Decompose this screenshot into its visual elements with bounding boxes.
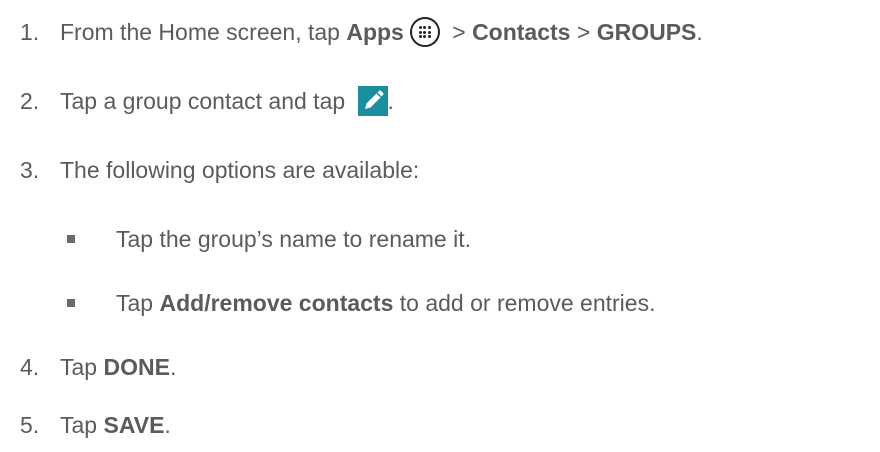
step-number: 1. bbox=[20, 18, 40, 45]
bullet-square-icon bbox=[67, 299, 75, 307]
step-number: 2. bbox=[20, 87, 40, 114]
step-text-part: Tap bbox=[60, 353, 104, 380]
edit-pencil-icon bbox=[357, 86, 388, 116]
done-label: DONE bbox=[103, 353, 170, 380]
step-text: Tap SAVE . bbox=[60, 412, 171, 439]
period: . bbox=[164, 411, 171, 438]
step-text: Tap a group contact and tap . bbox=[60, 86, 394, 116]
contacts-label: Contacts bbox=[472, 18, 571, 45]
bullet-text-part: to add or remove entries. bbox=[393, 289, 656, 316]
step-text-part: From the Home screen, tap bbox=[60, 18, 347, 45]
bullet-text-part: Tap bbox=[116, 289, 160, 316]
step-text: From the Home screen, tap Apps > Contact… bbox=[60, 17, 703, 47]
separator: > bbox=[445, 18, 473, 45]
separator: > bbox=[570, 18, 597, 45]
period: . bbox=[169, 353, 177, 380]
bullet-text: Tap Add/remove contacts to add or remove… bbox=[116, 290, 655, 317]
step-text: The following options are available: bbox=[60, 156, 420, 183]
period: . bbox=[696, 18, 703, 45]
bullet-text: Tap the group’s name to rename it. bbox=[116, 225, 472, 252]
apps-grid-icon bbox=[409, 17, 440, 47]
apps-label: Apps bbox=[346, 18, 404, 45]
step-number: 3. bbox=[20, 156, 40, 183]
step-number: 4. bbox=[20, 353, 40, 380]
period: . bbox=[387, 87, 394, 114]
step-text-part: Tap bbox=[60, 411, 104, 438]
bullet-square-icon bbox=[67, 235, 75, 243]
groups-label: GROUPS bbox=[596, 18, 697, 45]
save-label: SAVE bbox=[103, 411, 165, 438]
step-text-part: Tap a group contact and tap bbox=[60, 87, 352, 114]
add-remove-contacts-label: Add/remove contacts bbox=[159, 289, 394, 316]
step-number: 5. bbox=[20, 411, 40, 438]
step-text: Tap DONE . bbox=[60, 354, 176, 381]
